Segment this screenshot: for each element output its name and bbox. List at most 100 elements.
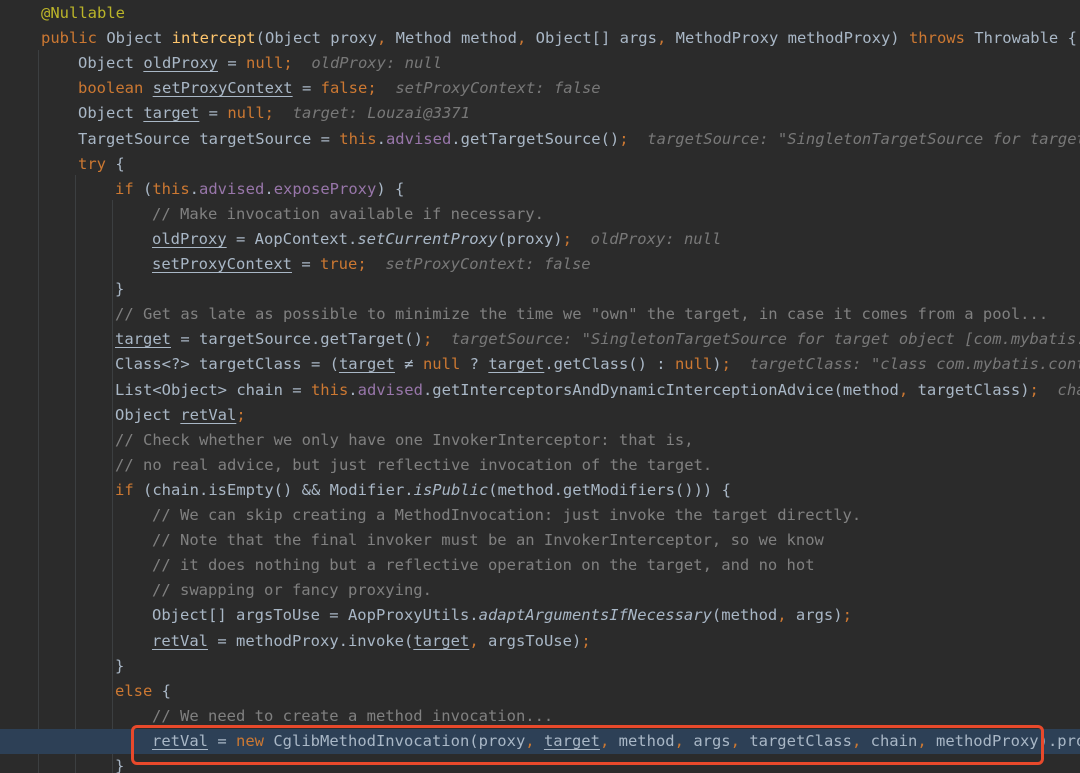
code-line[interactable]: // swapping or fancy proxying.: [0, 578, 1080, 603]
code-token: List<Object> chain =: [115, 381, 311, 399]
code-token: Object: [115, 406, 181, 424]
code-token: target: [115, 330, 171, 348]
code-comment: // no real advice, but just reflective i…: [115, 456, 713, 474]
code-token: this: [152, 180, 190, 198]
code-token: .: [264, 180, 274, 198]
code-token: else: [115, 682, 162, 700]
code-token: ,: [516, 29, 536, 47]
code-token: @Nullable: [41, 4, 125, 22]
code-line[interactable]: // We can skip creating a MethodInvocati…: [0, 503, 1080, 528]
code-line[interactable]: // Make invocation available if necessar…: [0, 202, 1080, 227]
code-comment: // We can skip creating a MethodInvocati…: [152, 506, 862, 524]
code-line[interactable]: // Get as late as possible to minimize t…: [0, 302, 1080, 327]
code-editor[interactable]: @Nullable public Object intercept(Object …: [0, 0, 1080, 773]
code-token: targetClass): [917, 381, 1030, 399]
code-line[interactable]: try {: [0, 152, 1080, 177]
inline-value-hint: chain: [1057, 381, 1080, 399]
inline-value-hint: oldProxy: null: [311, 54, 442, 72]
code-token: adaptArgumentsIfNecessary: [478, 606, 712, 624]
code-line[interactable]: List<Object> chain = this.advised.getInt…: [0, 378, 1080, 403]
code-line[interactable]: oldProxy = AopContext.setCurrentProxy(pr…: [0, 227, 1080, 252]
code-token: if: [115, 481, 143, 499]
code-line[interactable]: Object target = null; target: Louzai@337…: [0, 101, 1080, 126]
code-token: retVal: [180, 406, 237, 424]
inline-value-hint: targetClass: "class com.mybatis.contr: [749, 355, 1080, 373]
code-line[interactable]: Object retVal;: [0, 403, 1080, 428]
code-line[interactable]: if (chain.isEmpty() && Modifier.isPublic…: [0, 478, 1080, 503]
code-token: advised: [357, 381, 423, 399]
code-line[interactable]: // Note that the final invoker must be a…: [0, 528, 1080, 553]
code-token: Object: [78, 104, 144, 122]
code-token: (method: [711, 606, 778, 624]
code-token: this: [339, 130, 377, 148]
code-token: Object[] args: [535, 29, 657, 47]
code-token: Method method: [395, 29, 517, 47]
code-token: ;: [236, 406, 246, 424]
code-token: exposeProxy: [273, 180, 377, 198]
code-token: ;: [721, 355, 750, 373]
code-token: ,: [469, 632, 488, 650]
code-token: ?: [469, 355, 489, 373]
code-comment: // it does nothing but a reflective oper…: [152, 556, 815, 574]
code-token: ;: [367, 79, 396, 97]
code-token: Class<?> targetClass = (: [115, 355, 339, 373]
code-line[interactable]: // it does nothing but a reflective oper…: [0, 553, 1080, 578]
code-token: =: [217, 54, 246, 72]
code-line[interactable]: }: [0, 277, 1080, 302]
code-token: .getTargetSource(): [451, 130, 620, 148]
code-token: target: [413, 632, 470, 650]
code-line[interactable]: Object[] argsToUse = AopProxyUtils.adapt…: [0, 603, 1080, 628]
inline-value-hint: targetSource: "SingletonTargetSource for…: [647, 130, 1080, 148]
code-token: null: [245, 54, 284, 72]
code-token: ): [712, 355, 722, 373]
code-token: =: [291, 255, 320, 273]
inline-value-hint: oldProxy: null: [590, 230, 722, 248]
code-line[interactable]: // no real advice, but just reflective i…: [0, 453, 1080, 478]
code-token: false: [320, 79, 368, 97]
inline-value-hint: setProxyContext: false: [395, 79, 601, 97]
code-line[interactable]: Object oldProxy = null; oldProxy: null: [0, 51, 1080, 76]
code-line[interactable]: setProxyContext = true; setProxyContext:…: [0, 252, 1080, 277]
code-token: MethodProxy methodProxy): [675, 29, 909, 47]
code-token: try: [78, 155, 116, 173]
code-token: }: [115, 757, 125, 773]
code-token: .: [348, 381, 358, 399]
code-line[interactable]: }: [0, 654, 1080, 679]
code-line[interactable]: target = targetSource.getTarget(); targe…: [0, 327, 1080, 352]
code-token: =: [199, 104, 228, 122]
code-token: setProxyContext: [152, 255, 292, 273]
code-token: public: [41, 29, 107, 47]
code-line[interactable]: if (this.advised.exposeProxy) {: [0, 177, 1080, 202]
code-token: retVal: [152, 632, 208, 650]
code-token: .getClass() :: [544, 355, 675, 373]
code-token: (Object proxy: [255, 29, 377, 47]
code-line[interactable]: retVal = methodProxy.invoke(target, args…: [0, 629, 1080, 654]
code-token: .: [376, 130, 386, 148]
inline-value-hint: setProxyContext: false: [385, 255, 591, 273]
code-token: = methodProxy.invoke(: [208, 632, 414, 650]
code-token: ) {: [376, 180, 405, 198]
code-token: isPublic: [413, 481, 489, 499]
code-token: ;: [1029, 381, 1058, 399]
code-token: setCurrentProxy: [357, 230, 498, 248]
code-token: null: [422, 355, 470, 373]
code-token: {: [115, 155, 125, 173]
code-line[interactable]: Class<?> targetClass = (target ≠ null ? …: [0, 352, 1080, 377]
code-line[interactable]: TargetSource targetSource = this.advised…: [0, 127, 1080, 152]
code-comment: // Check whether we only have one Invoke…: [115, 431, 694, 449]
code-line[interactable]: boolean setProxyContext = false; setProx…: [0, 76, 1080, 101]
code-line[interactable]: else {: [0, 679, 1080, 704]
code-token: ,: [777, 606, 796, 624]
code-token: args): [795, 606, 843, 624]
code-comment: // Get as late as possible to minimize t…: [115, 305, 1049, 323]
code-token: }: [115, 280, 125, 298]
code-token: Object: [106, 29, 172, 47]
code-line[interactable]: @Nullable: [0, 1, 1080, 26]
code-line[interactable]: // Check whether we only have one Invoke…: [0, 428, 1080, 453]
code-token: ,: [656, 29, 676, 47]
code-token: ;: [581, 632, 591, 650]
code-token: Object: [78, 54, 144, 72]
code-line[interactable]: public Object intercept(Object proxy, Me…: [0, 26, 1080, 51]
code-token: advised: [199, 180, 265, 198]
code-token: boolean: [78, 79, 153, 97]
